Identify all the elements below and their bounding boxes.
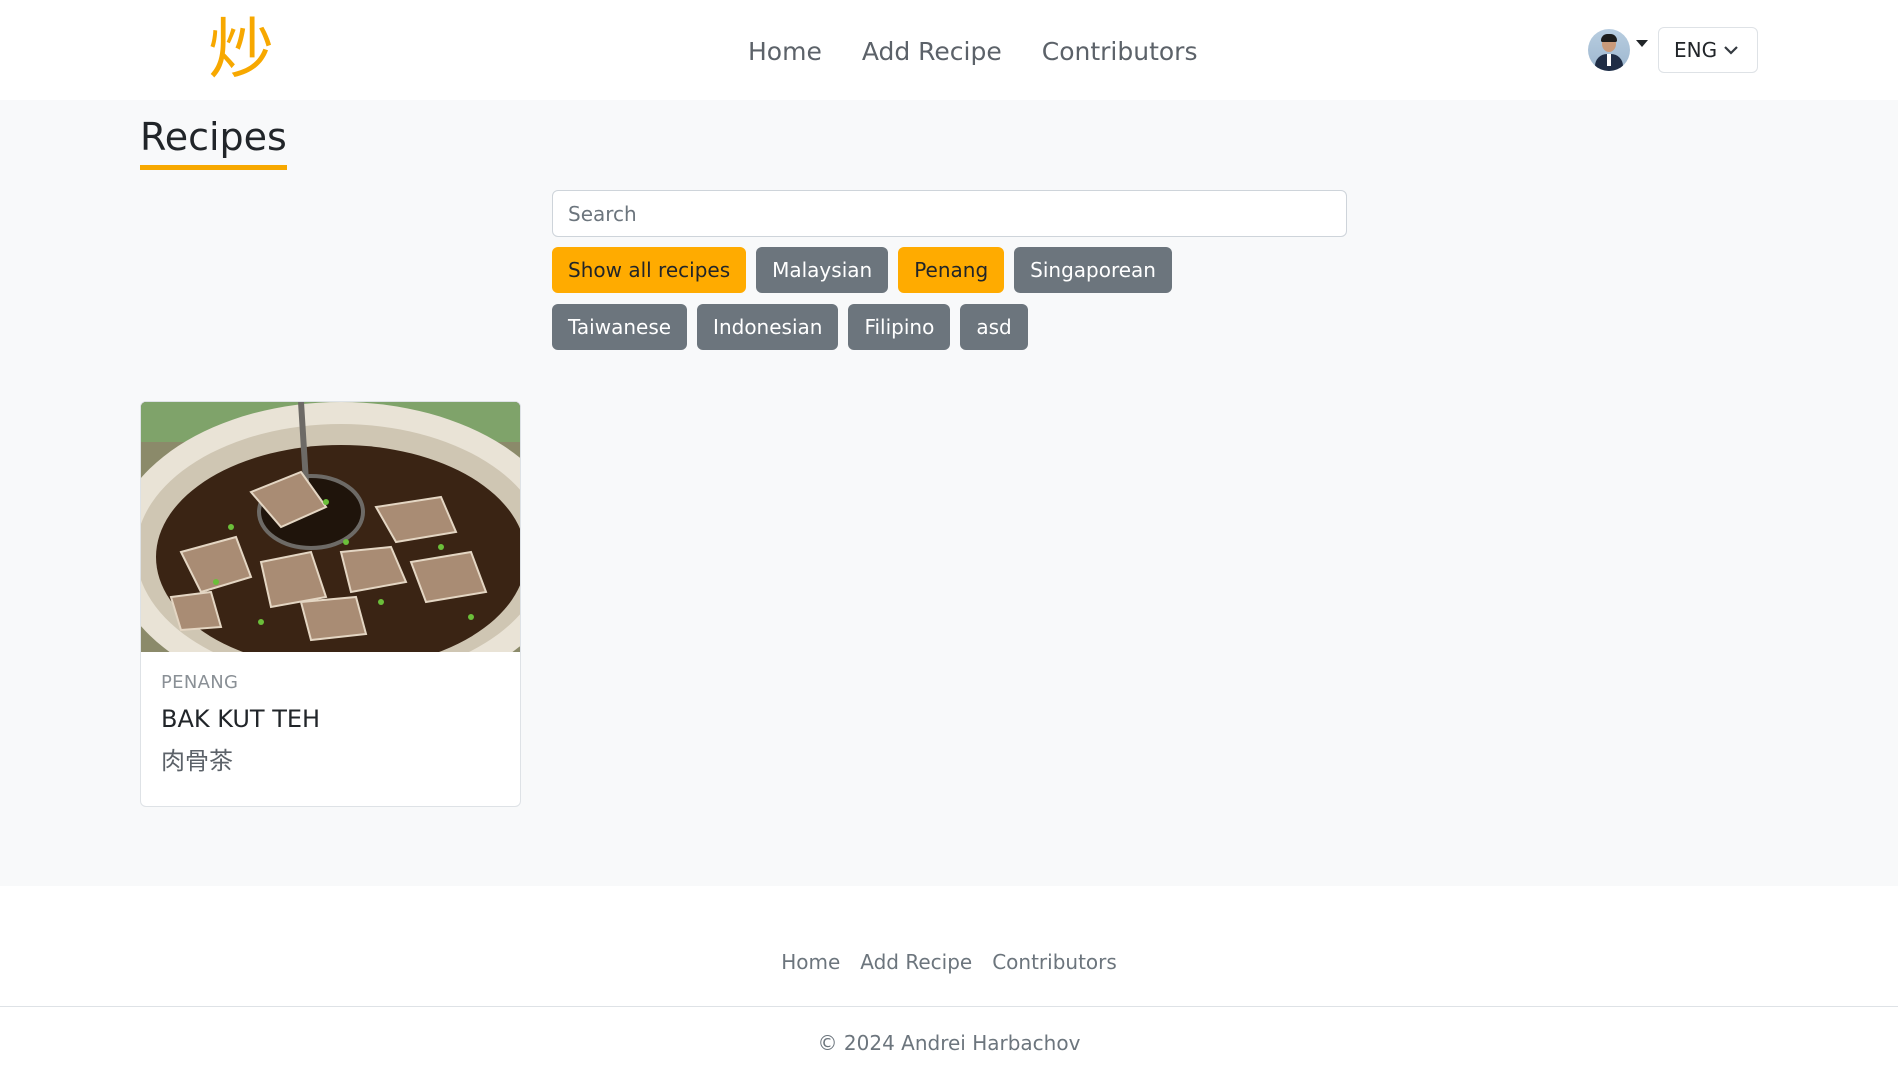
- nav-link-add-recipe[interactable]: Add Recipe: [862, 37, 1002, 66]
- footer-nav: Home Add Recipe Contributors: [0, 950, 1898, 974]
- footer-divider: [0, 1006, 1898, 1007]
- filter-asd-button[interactable]: asd: [960, 304, 1028, 350]
- footer-link-add-recipe[interactable]: Add Recipe: [860, 950, 972, 974]
- filter-taiwanese-button[interactable]: Taiwanese: [552, 304, 688, 350]
- recipe-chinese-name: 肉骨茶: [161, 747, 233, 775]
- recipe-image[interactable]: [141, 402, 520, 652]
- recipe-photo-illustration: [141, 402, 520, 652]
- copyright-text: © 2024 Andrei Harbachov: [817, 1031, 1081, 1055]
- main-content: Recipes Show all recipes Malaysian Penan…: [0, 100, 1898, 886]
- page-title: Recipes: [140, 113, 287, 170]
- language-value: ENG: [1674, 38, 1718, 62]
- filter-penang-button[interactable]: Penang: [898, 247, 1005, 293]
- filter-singaporean-button[interactable]: Singaporean: [1014, 247, 1172, 293]
- region-filter-group: Show all recipes Malaysian Penang Singap…: [552, 247, 1312, 350]
- avatar[interactable]: [1588, 29, 1630, 71]
- logo[interactable]: 炒: [208, 10, 274, 90]
- caret-down-icon: [1636, 39, 1648, 47]
- user-menu-toggle[interactable]: [1588, 29, 1648, 71]
- search-input[interactable]: [552, 190, 1347, 237]
- recipe-card-body: PENANG BAK KUT TEH 肉骨茶: [141, 652, 520, 794]
- recipe-card[interactable]: PENANG BAK KUT TEH 肉骨茶: [140, 401, 521, 807]
- nav-link-contributors[interactable]: Contributors: [1042, 37, 1198, 66]
- filter-malaysian-button[interactable]: Malaysian: [756, 247, 889, 293]
- filter-filipino-button[interactable]: Filipino: [848, 304, 951, 350]
- footer-link-home[interactable]: Home: [781, 950, 840, 974]
- filter-indonesian-button[interactable]: Indonesian: [697, 304, 839, 350]
- nav-link-home[interactable]: Home: [748, 37, 822, 66]
- recipe-title[interactable]: BAK KUT TEH: [161, 705, 500, 733]
- recipe-region: PENANG: [161, 672, 239, 693]
- language-select[interactable]: ENG: [1658, 27, 1758, 73]
- chevron-down-icon: [1724, 46, 1738, 55]
- top-navbar: 炒 Home Add Recipe Contributors ENG: [0, 0, 1898, 100]
- footer-link-contributors[interactable]: Contributors: [992, 950, 1117, 974]
- filter-show-all-button[interactable]: Show all recipes: [552, 247, 747, 293]
- main-nav: Home Add Recipe Contributors: [748, 30, 1198, 72]
